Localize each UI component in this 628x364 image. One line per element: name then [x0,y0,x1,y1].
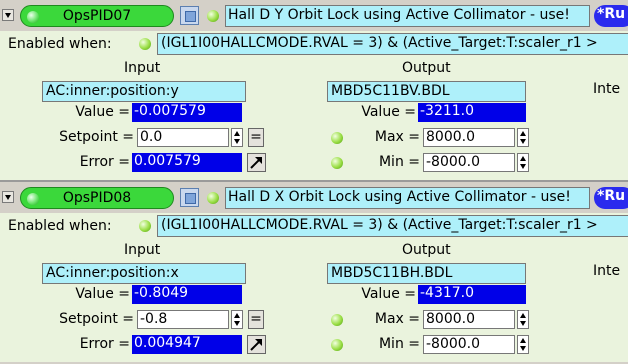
enabled-expression: (IGL1I00HALLCMODE.RVAL = 3) & (Active_Ta… [157,215,628,237]
pid-name-button[interactable]: OpsPID08 [20,187,174,209]
max-status-led-icon [331,132,343,144]
input-value: -0.007579 [132,103,242,122]
setpoint-spinner-icon[interactable] [231,128,243,147]
arrow-up-right-icon[interactable] [247,153,266,172]
output-pv-name: MBD5C11BH.BDL [327,263,526,284]
max-label: Max = [374,129,420,145]
input-title: Input [124,60,161,76]
enabled-when-label: Enabled when: [8,218,112,234]
run-mode-badge[interactable]: *Ru [594,5,628,27]
setpoint-label: Setpoint = [59,311,134,327]
output-title: Output [402,242,451,258]
run-mode-badge[interactable]: *Ru [594,187,628,209]
enabled-expression: (IGL1I00HALLCMODE.RVAL = 3) & (Active_Ta… [157,33,628,55]
output-value-label: Value = [361,104,416,120]
min-label: Min = [378,154,420,170]
max-spinner-icon[interactable] [517,310,529,329]
output-value-label: Value = [361,286,416,302]
related-display-button[interactable] [180,6,199,25]
integral-section-title: Inte [593,81,621,97]
error-value: 0.004947 [132,335,242,354]
output-pv-name: MBD5C11BV.BDL [327,81,526,102]
pid-description: Hall D X Orbit Lock using Active Collima… [225,187,590,209]
min-label: Min = [378,336,420,352]
collapse-toggle-icon[interactable] [2,191,14,203]
pid-name: OpsPID07 [62,8,132,24]
panel-body: Enabled when: (IGL1I00HALLCMODE.RVAL = 3… [0,31,628,180]
arrow-up-right-icon[interactable] [247,335,266,354]
input-value-label: Value = [75,286,130,302]
error-value: 0.007579 [132,153,242,172]
input-value: -0.8049 [132,285,242,304]
panel-header: OpsPID08 Hall D X Orbit Lock using Activ… [0,182,628,213]
min-spinner-icon[interactable] [517,153,529,172]
input-pv-name: AC:inner:position:x [42,263,246,284]
min-status-led-icon [331,157,343,169]
pid-name-button[interactable]: OpsPID07 [20,5,174,27]
min-spinner-icon[interactable] [517,335,529,354]
integral-section-title: Inte [593,263,621,279]
output-value: -3211.0 [418,103,526,122]
max-spinner-icon[interactable] [517,128,529,147]
min-field[interactable]: -8000.0 [423,153,515,172]
max-field[interactable]: 8000.0 [423,128,515,147]
setpoint-equals-button[interactable]: = [248,128,264,147]
input-value-label: Value = [75,104,130,120]
panel-header: OpsPID07 Hall D Y Orbit Lock using Activ… [0,0,628,31]
error-label: Error = [79,336,130,352]
error-label: Error = [79,154,130,170]
max-field[interactable]: 8000.0 [423,310,515,329]
setpoint-equals-button[interactable]: = [248,310,264,329]
setpoint-spinner-icon[interactable] [231,310,243,329]
related-display-button[interactable] [180,188,199,207]
title-status-led-icon [207,10,219,22]
max-label: Max = [374,311,420,327]
min-field[interactable]: -8000.0 [423,335,515,354]
input-pv-name: AC:inner:position:y [42,81,246,102]
enabled-status-led-icon [139,220,151,232]
setpoint-label: Setpoint = [59,129,134,145]
collapse-toggle-icon[interactable] [2,9,14,21]
min-status-led-icon [331,339,343,351]
enabled-status-led-icon [139,38,151,50]
pid-description: Hall D Y Orbit Lock using Active Collima… [225,5,590,27]
pid-name: OpsPID08 [62,190,132,206]
output-title: Output [402,60,451,76]
title-status-led-icon [207,192,219,204]
max-status-led-icon [331,314,343,326]
input-title: Input [124,242,161,258]
setpoint-field[interactable]: -0.8 [137,310,229,329]
panel-body: Enabled when: (IGL1I00HALLCMODE.RVAL = 3… [0,213,628,362]
enabled-when-label: Enabled when: [8,36,112,52]
setpoint-field[interactable]: 0.0 [137,128,229,147]
output-value: -4317.0 [418,285,526,304]
